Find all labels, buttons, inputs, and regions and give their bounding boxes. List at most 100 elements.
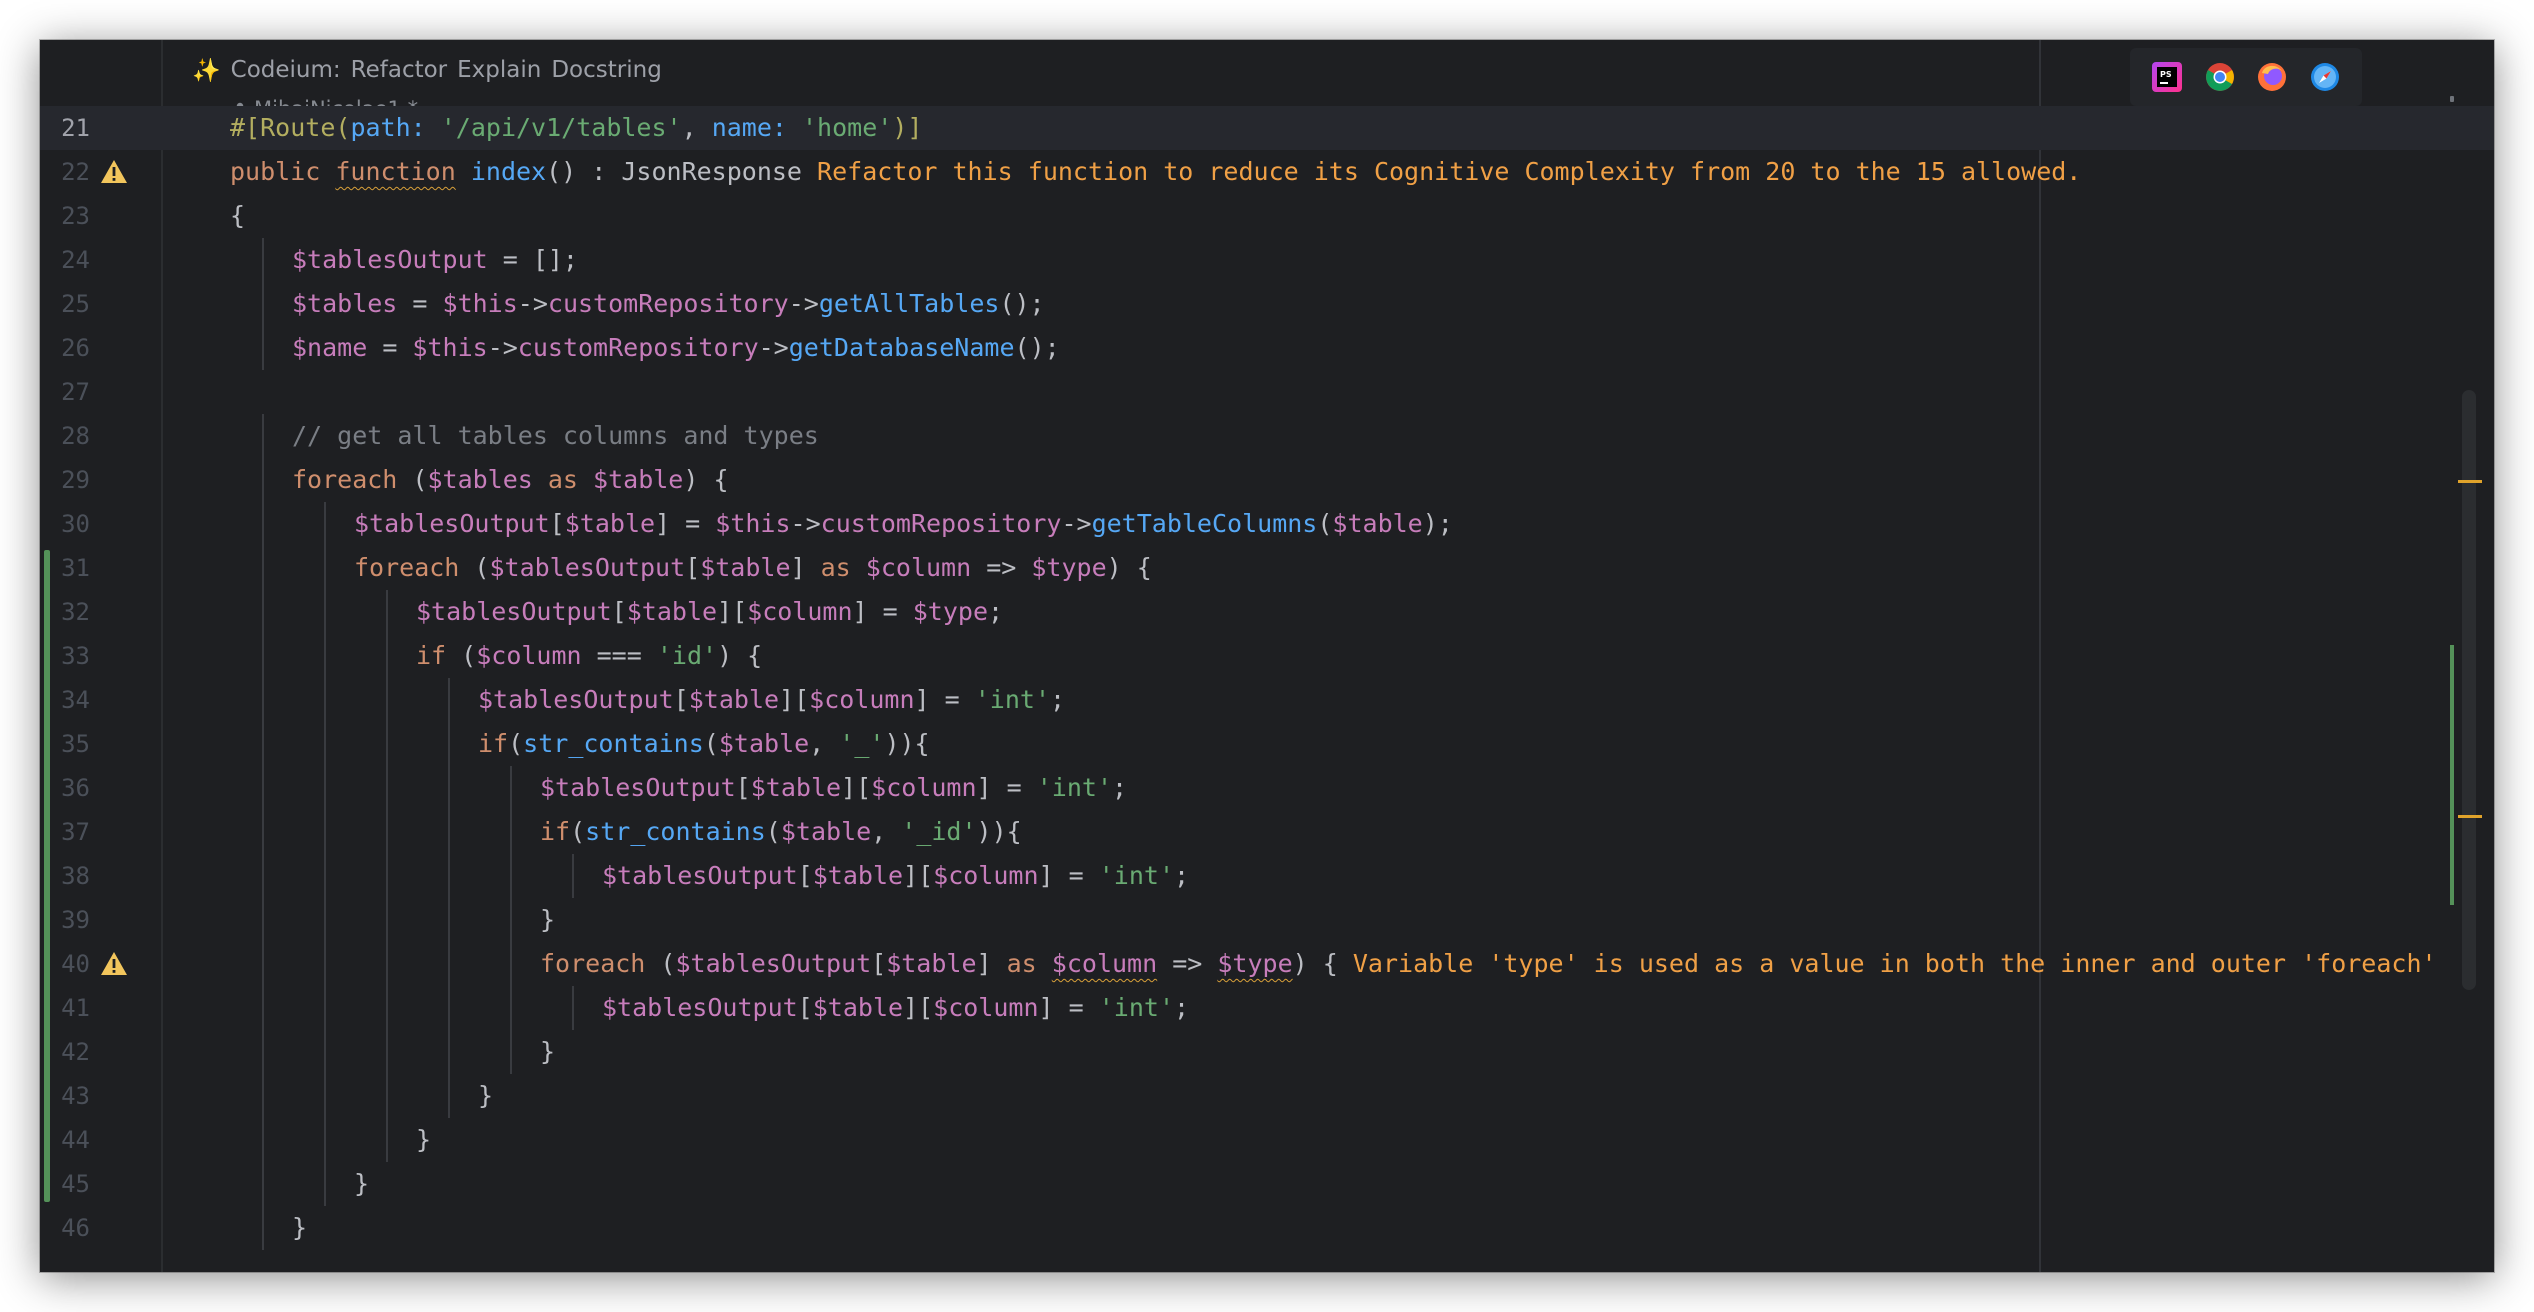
code-line[interactable]: 26 $name = $this->customRepository->getDa… [40, 326, 2494, 370]
code-line[interactable]: 24 $tablesOutput = []; [40, 238, 2494, 282]
code-line[interactable]: 43} [40, 1074, 2494, 1118]
code-line[interactable]: 29 foreach ($tables as $table) { [40, 458, 2494, 502]
code-line[interactable]: 30 $tablesOutput[$table] = $this->customR… [40, 502, 2494, 546]
code-token: } [540, 905, 556, 934]
code-token: ) { [683, 465, 729, 494]
code-line[interactable]: 36 $tablesOutput[$table][$column] = 'int'… [40, 766, 2494, 810]
warning-marker[interactable] [2458, 480, 2482, 483]
warning-marker[interactable] [2458, 815, 2482, 818]
code-token: , [809, 729, 840, 758]
code-text[interactable]: #[Route(path: '/api/v1/tables', name: 'h… [230, 106, 922, 150]
code-token: = [397, 289, 443, 318]
code-text[interactable]: } [354, 1162, 369, 1206]
code-text[interactable]: } [540, 898, 555, 942]
code-line[interactable]: 45} [40, 1162, 2494, 1206]
code-line[interactable]: 40 foreach ($tablesOutput[$table] as $col… [40, 942, 2494, 986]
code-text[interactable]: $tablesOutput[$table][$column] = $type; [416, 590, 1003, 634]
editor-window: ✨ Codeium: Refactor Explain Docstring Mi… [40, 40, 2494, 1272]
code-token: $column [865, 553, 972, 582]
code-token: ( [570, 817, 586, 846]
line-number: 30 [61, 510, 90, 538]
code-line[interactable]: 31 foreach ($tablesOutput[$table] as $col… [40, 546, 2494, 590]
code-line[interactable]: 21 #[Route(path: '/api/v1/tables', name: … [40, 106, 2494, 150]
indent-guide [262, 1118, 264, 1162]
code-token: customRepository [547, 289, 789, 318]
code-token: getAllTables [818, 289, 1000, 318]
code-text[interactable]: } [540, 1030, 555, 1074]
code-token: [ [685, 553, 701, 582]
code-text[interactable]: $tables = $this->customRepository->getAl… [292, 282, 1045, 326]
code-line[interactable]: 23 { [40, 194, 2494, 238]
indent-guide [324, 502, 326, 546]
code-token: $tablesOutput [489, 553, 686, 582]
code-token: 'int' [974, 685, 1050, 714]
code-token: ( [1317, 509, 1333, 538]
line-number: 46 [61, 1214, 90, 1242]
code-token: as [991, 949, 1052, 978]
warning-icon[interactable] [100, 950, 128, 978]
vcs-change-marker[interactable] [2450, 645, 2454, 905]
code-text[interactable]: } [292, 1206, 307, 1250]
code-text[interactable]: $name = $this->customRepository->getData… [292, 326, 1060, 370]
code-text[interactable]: $tablesOutput[$table] = $this->customRep… [354, 502, 1453, 546]
code-line[interactable]: 33 if ($column === 'id') { [40, 634, 2494, 678]
code-token: ( [703, 729, 719, 758]
code-token: $table [812, 861, 904, 890]
code-line[interactable]: 25 $tables = $this->customRepository->get… [40, 282, 2494, 326]
warning-icon[interactable] [100, 158, 128, 186]
code-token: ][ [903, 993, 934, 1022]
vcs-change-bar[interactable] [44, 550, 50, 1202]
indent-guide [386, 766, 388, 810]
code-token: } [540, 1037, 556, 1066]
code-line[interactable]: 41 $tablesOutput[$table][$column] = 'int'… [40, 986, 2494, 1030]
code-line[interactable]: 28 // get all tables columns and types [40, 414, 2494, 458]
code-line[interactable]: 42} [40, 1030, 2494, 1074]
indent-guide [448, 854, 450, 898]
code-text[interactable]: } [416, 1118, 431, 1162]
code-token: public [230, 157, 336, 186]
code-token: getTableColumns [1091, 509, 1318, 538]
code-line[interactable]: 44} [40, 1118, 2494, 1162]
code-text[interactable]: public function index() : JsonResponse R… [230, 150, 2081, 194]
code-line[interactable]: 39} [40, 898, 2494, 942]
code-text[interactable]: } [478, 1074, 493, 1118]
code-token: $tablesOutput [478, 685, 674, 714]
code-token: $column [933, 993, 1039, 1022]
code-line[interactable]: 46} [40, 1206, 2494, 1250]
code-token: ] = [655, 509, 716, 538]
code-line[interactable]: 27 [40, 370, 2494, 414]
code-text[interactable]: if(str_contains($table, '_')){ [478, 722, 930, 766]
code-token: = [367, 333, 413, 362]
code-token: ][ [779, 685, 810, 714]
code-text[interactable]: // get all tables columns and types [292, 414, 819, 458]
code-token: ; [1050, 685, 1066, 714]
code-line[interactable]: 22 public function index() : JsonResponse… [40, 150, 2494, 194]
indent-guide [262, 282, 264, 326]
code-text[interactable]: if(str_contains($table, '_id')){ [540, 810, 1022, 854]
code-line[interactable]: 37 if(str_contains($table, '_id')){ [40, 810, 2494, 854]
code-line[interactable]: 35 if(str_contains($table, '_')){ [40, 722, 2494, 766]
code-token: ] = [976, 773, 1037, 802]
code-text[interactable]: if ($column === 'id') { [416, 634, 762, 678]
code-text[interactable]: foreach ($tablesOutput[$table] as $colum… [354, 546, 1152, 590]
code-token: $column [871, 773, 977, 802]
code-text[interactable]: $tablesOutput[$table][$column] = 'int'; [540, 766, 1127, 810]
code-text[interactable]: $tablesOutput = []; [292, 238, 578, 282]
code-text[interactable]: foreach ($tables as $table) { [292, 458, 729, 502]
code-text[interactable]: foreach ($tablesOutput[$table] as $colum… [540, 942, 2437, 986]
indent-guide [262, 238, 264, 282]
indent-guide [510, 1030, 512, 1074]
code-text[interactable]: $tablesOutput[$table][$column] = 'int'; [602, 854, 1189, 898]
code-token: === [581, 641, 657, 670]
code-text[interactable]: { [230, 194, 245, 238]
inline-warning-message: Variable 'type' is used as a value in bo… [1352, 949, 2437, 978]
code-token: ( [446, 641, 477, 670]
code-text[interactable]: $tablesOutput[$table][$column] = 'int'; [478, 678, 1065, 722]
code-line[interactable]: 32 $tablesOutput[$table][$column] = $type… [40, 590, 2494, 634]
code-token: $this [412, 333, 488, 362]
indent-guide [324, 634, 326, 678]
code-line[interactable]: 34 $tablesOutput[$table][$column] = 'int'… [40, 678, 2494, 722]
code-text[interactable]: $tablesOutput[$table][$column] = 'int'; [602, 986, 1189, 1030]
code-line[interactable]: 38 $tablesOutput[$table][$column] = 'int'… [40, 854, 2494, 898]
